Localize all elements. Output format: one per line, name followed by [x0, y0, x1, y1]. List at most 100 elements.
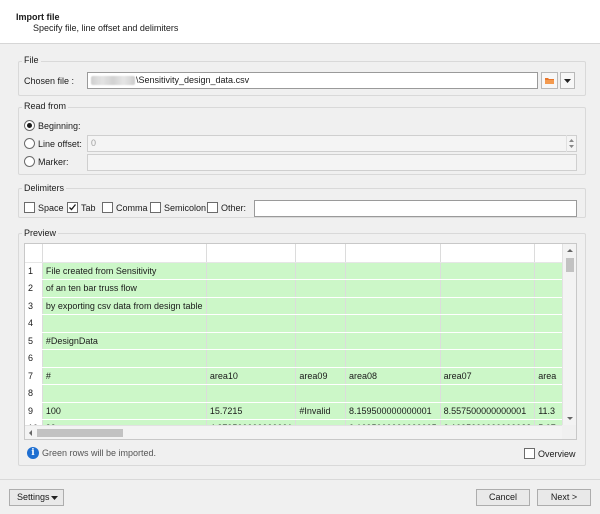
folder-icon — [545, 78, 554, 84]
table-cell — [534, 349, 564, 368]
next-button[interactable]: Next > — [537, 489, 591, 506]
chosen-file-field[interactable]: \Sensitivity_design_data.csv — [87, 72, 538, 89]
table-cell: 100 — [42, 402, 207, 420]
chevron-down-icon — [564, 79, 571, 83]
radio-beginning[interactable] — [24, 120, 35, 131]
preview-horizontal-scrollbar[interactable] — [25, 425, 564, 439]
table-row[interactable]: 3 by exporting csv data from design table — [25, 297, 564, 315]
dialog-subtitle: Specify file, line offset and delimiters — [33, 23, 179, 33]
checkbox-other-label: Other: — [221, 203, 247, 213]
line-offset-field[interactable]: 0 — [87, 135, 577, 152]
table-cell — [440, 384, 536, 403]
spinner-arrows-icon — [569, 139, 574, 148]
checkbox-semicolon[interactable] — [150, 202, 161, 213]
cancel-button[interactable]: Cancel — [476, 489, 530, 506]
settings-button-label: Settings — [17, 492, 50, 502]
chosen-file-label: Chosen file : — [24, 76, 75, 86]
table-row[interactable]: 8 — [25, 384, 564, 403]
preview-header-cell — [345, 244, 441, 263]
checkbox-overview-label: Overview — [538, 449, 576, 459]
row-number: 2 — [25, 279, 43, 298]
table-row[interactable]: 4 — [25, 314, 564, 333]
table-cell: area09 — [295, 367, 347, 385]
table-cell: #Invalid — [295, 402, 347, 420]
table-row[interactable]: 6 — [25, 349, 564, 368]
table-cell — [534, 332, 564, 350]
radio-marker[interactable] — [24, 156, 35, 167]
table-cell — [345, 262, 441, 280]
preview-vertical-scrollbar[interactable] — [562, 244, 576, 427]
table-cell — [206, 262, 297, 280]
row-number: 6 — [25, 349, 43, 368]
checkbox-tab[interactable] — [67, 202, 78, 213]
row-number: 9 — [25, 402, 43, 420]
table-cell — [440, 262, 536, 280]
line-offset-spinner[interactable] — [566, 135, 575, 152]
radio-line-offset-label: Line offset: — [38, 139, 82, 149]
preview-header-cell — [440, 244, 536, 263]
table-cell — [345, 384, 441, 403]
table-cell: 11.3 — [534, 402, 564, 420]
table-cell — [534, 297, 564, 315]
checkbox-other[interactable] — [207, 202, 218, 213]
scroll-up-icon — [567, 249, 573, 252]
redacted-path — [91, 76, 135, 86]
dialog-header: Import file Specify file, line offset an… — [0, 0, 600, 44]
table-cell — [206, 314, 297, 333]
radio-line-offset[interactable] — [24, 138, 35, 149]
table-row[interactable]: 2 of an ten bar truss flow — [25, 279, 564, 298]
table-cell — [206, 384, 297, 403]
settings-dropdown-icon — [51, 496, 58, 500]
horizontal-scroll-thumb[interactable] — [37, 429, 123, 437]
preview-grid: 1 File created from Sensitivity 2 of an ten… — [25, 244, 564, 427]
preview-header-cell — [534, 244, 564, 263]
row-number: 5 — [25, 332, 43, 350]
delimiters-group-label: Delimiters — [22, 183, 67, 193]
other-delimiter-field[interactable] — [254, 200, 577, 217]
table-cell: area10 — [206, 367, 297, 385]
browse-folder-button[interactable] — [541, 72, 558, 89]
table-cell — [206, 349, 297, 368]
row-number: 8 — [25, 384, 43, 403]
table-row[interactable]: 5 #DesignData — [25, 332, 564, 350]
preview-viewport: 1 File created from Sensitivity 2 of an ten… — [25, 244, 564, 427]
table-cell — [295, 297, 347, 315]
preview-group-label: Preview — [22, 228, 59, 238]
table-cell — [206, 297, 297, 315]
footer-separator — [0, 479, 600, 480]
settings-button[interactable]: Settings — [9, 489, 64, 506]
table-cell — [295, 262, 347, 280]
recent-files-dropdown-button[interactable] — [560, 72, 575, 89]
table-cell: File created from Sensitivity — [42, 262, 207, 280]
table-cell — [345, 332, 441, 350]
preview-header-cell — [295, 244, 347, 263]
checkbox-tab-label: Tab — [81, 203, 96, 213]
line-offset-value: 0 — [91, 138, 97, 148]
table-cell: area07 — [440, 367, 536, 385]
vertical-scroll-thumb[interactable] — [566, 258, 574, 272]
table-cell — [295, 384, 347, 403]
table-cell — [440, 332, 536, 350]
table-cell: area08 — [345, 367, 441, 385]
table-cell: area — [534, 367, 564, 385]
table-cell — [206, 279, 297, 298]
preview-table[interactable]: 1 File created from Sensitivity 2 of an ten… — [24, 243, 577, 440]
table-cell — [295, 314, 347, 333]
table-row[interactable]: 7 # area10 area09 area08 area07 area — [25, 367, 564, 385]
table-cell — [206, 332, 297, 350]
table-cell — [534, 279, 564, 298]
table-cell: #DesignData — [42, 332, 207, 350]
table-cell — [440, 314, 536, 333]
table-row[interactable]: 9 100 15.7215 #Invalid 8.159500000000001 8.55… — [25, 402, 564, 420]
marker-field[interactable] — [87, 154, 577, 171]
checkbox-comma[interactable] — [102, 202, 113, 213]
row-number: 3 — [25, 297, 43, 315]
file-group-label: File — [22, 55, 41, 65]
row-number: 7 — [25, 367, 43, 385]
scroll-down-icon — [567, 417, 573, 420]
table-cell: 15.7215 — [206, 402, 297, 420]
table-row[interactable]: 1 File created from Sensitivity — [25, 262, 564, 280]
checkbox-overview[interactable] — [524, 448, 535, 459]
table-cell — [345, 314, 441, 333]
checkbox-space[interactable] — [24, 202, 35, 213]
